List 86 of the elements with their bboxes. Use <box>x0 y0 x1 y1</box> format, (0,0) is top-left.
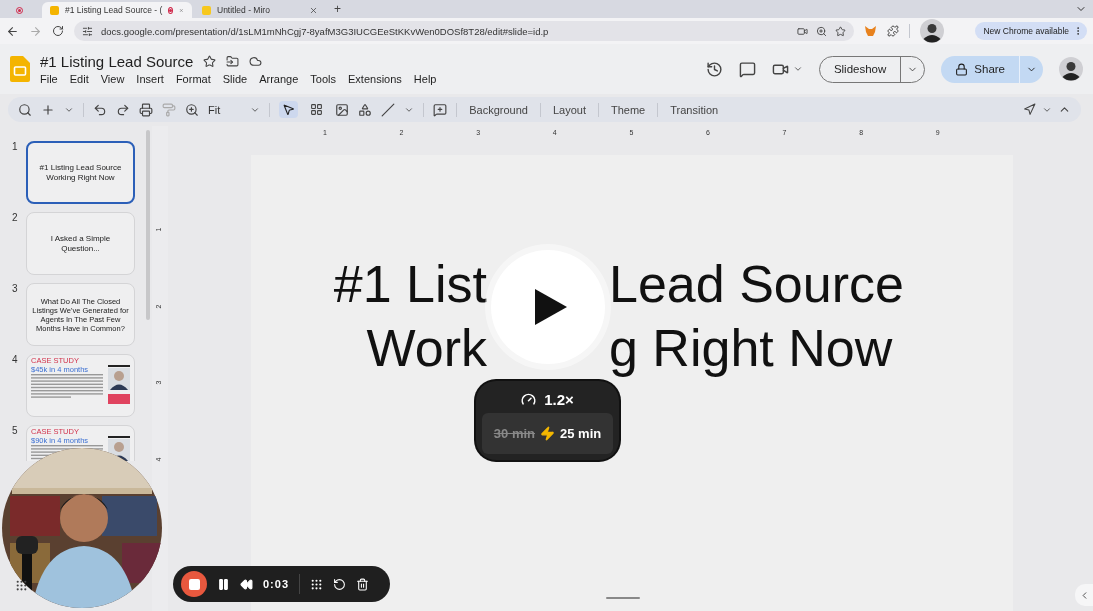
stop-button[interactable] <box>181 571 207 597</box>
paint-format-icon <box>162 102 176 117</box>
slide-number: 3 <box>12 283 18 296</box>
menu-item[interactable]: Extensions <box>342 73 408 85</box>
restart-icon[interactable] <box>333 577 347 591</box>
scrollbar[interactable] <box>146 130 150 320</box>
search-icon[interactable] <box>18 102 32 117</box>
old-duration: 30 min <box>493 426 535 441</box>
new-duration: 25 min <box>560 426 602 441</box>
cursor-icon <box>282 103 296 116</box>
camera-icon[interactable] <box>797 25 808 37</box>
zoom-icon[interactable] <box>816 25 827 37</box>
slide-title: Lead Source <box>609 254 904 315</box>
side-panel-toggle[interactable] <box>1075 584 1093 606</box>
update-chip[interactable]: New Chrome available <box>975 22 1087 40</box>
browser-tab[interactable]: #1 Listing Lead Source - ( <box>42 2 192 18</box>
close-icon[interactable] <box>309 5 318 15</box>
print-icon[interactable] <box>139 102 153 117</box>
slide-number: 4 <box>12 354 18 367</box>
grid-icon[interactable] <box>15 579 28 592</box>
select-tool-button[interactable] <box>279 101 299 118</box>
forward-icon <box>29 24 42 38</box>
pause-icon[interactable] <box>217 577 230 591</box>
recording-time: 0:03 <box>263 578 290 590</box>
star-icon[interactable] <box>203 55 217 68</box>
caret-icon[interactable] <box>792 64 803 74</box>
browser-tab[interactable]: Untitled - Miro <box>194 2 326 18</box>
add-comment-icon[interactable] <box>433 102 448 117</box>
lock-icon <box>955 62 969 76</box>
slides-icon <box>50 5 59 15</box>
resize-handle[interactable] <box>606 597 640 599</box>
trash-icon[interactable] <box>356 577 370 591</box>
star-icon[interactable] <box>835 25 846 37</box>
slide-number: 5 <box>12 425 18 438</box>
back-icon[interactable] <box>6 24 19 38</box>
address-bar[interactable]: docs.google.com/presentation/d/1sLM1mNhCgj7-8yafM3G3IUCGEeStKKvWen0DOSf8T28/edit#slide=id.p <box>74 21 854 41</box>
account-avatar[interactable] <box>1059 57 1083 81</box>
thumbnail-text: I Asked a Simple Question... <box>49 233 112 254</box>
grid-icon[interactable] <box>310 577 324 591</box>
rewind-icon[interactable] <box>240 577 253 591</box>
slide-thumbnail[interactable]: I Asked a Simple Question... <box>26 212 135 275</box>
image-icon[interactable] <box>335 102 350 117</box>
lightning-icon <box>540 426 555 441</box>
shapes-icon[interactable] <box>358 102 373 117</box>
toolbar-button[interactable]: Background <box>466 101 531 118</box>
menu-item[interactable]: Slide <box>216 73 254 85</box>
zoom-select[interactable]: Fit <box>208 103 261 116</box>
slide-number: 1 <box>12 141 18 154</box>
menu-item[interactable]: Tools <box>304 73 342 85</box>
history-icon[interactable] <box>705 60 723 78</box>
menu-item[interactable]: File <box>34 73 64 85</box>
undo-icon[interactable] <box>93 102 107 117</box>
extensions-icon[interactable] <box>887 25 899 37</box>
menu-item[interactable]: View <box>94 73 131 85</box>
gauge-icon <box>521 392 537 407</box>
menu-item[interactable]: Arrange <box>253 73 305 85</box>
move-folder-icon[interactable] <box>226 55 240 68</box>
slide-title: Work <box>366 318 487 379</box>
redo-icon[interactable] <box>116 102 130 117</box>
board-icon <box>202 5 211 15</box>
reload-icon[interactable] <box>52 25 64 37</box>
cloud-icon[interactable] <box>249 55 263 68</box>
document-title[interactable]: #1 Listing Lead Source <box>40 53 194 70</box>
slide-title: g Right Now <box>609 318 893 379</box>
new-tab-button[interactable]: + <box>334 2 341 16</box>
menu-item[interactable]: Help <box>407 73 443 85</box>
speed-label: 1.2× <box>521 391 574 408</box>
zoom-icon[interactable] <box>185 102 199 117</box>
line-icon[interactable] <box>381 102 396 117</box>
play-button[interactable] <box>491 250 605 364</box>
toolbar-button[interactable]: Layout <box>549 101 589 118</box>
thumbnail-text: #1 Listing Lead Source Working Right Now <box>39 162 122 183</box>
menu-item[interactable]: Format <box>169 73 217 85</box>
play-icon <box>533 287 569 327</box>
menu-item[interactable]: Insert <box>130 73 170 85</box>
slide-number: 2 <box>12 212 18 225</box>
toolbar-button[interactable]: Theme <box>608 101 649 118</box>
pointer-icon[interactable] <box>1023 103 1036 116</box>
profile-avatar[interactable] <box>920 19 944 43</box>
comment-icon[interactable] <box>738 60 756 78</box>
add-icon[interactable] <box>41 102 55 117</box>
menu-item[interactable]: Edit <box>63 73 95 85</box>
site-settings-icon <box>82 25 93 37</box>
slide-thumbnail[interactable]: #1 Listing Lead Source Working Right Now <box>26 141 135 204</box>
slide-title: #1 List <box>333 254 487 315</box>
toolbar-button[interactable]: Transition <box>667 101 722 118</box>
